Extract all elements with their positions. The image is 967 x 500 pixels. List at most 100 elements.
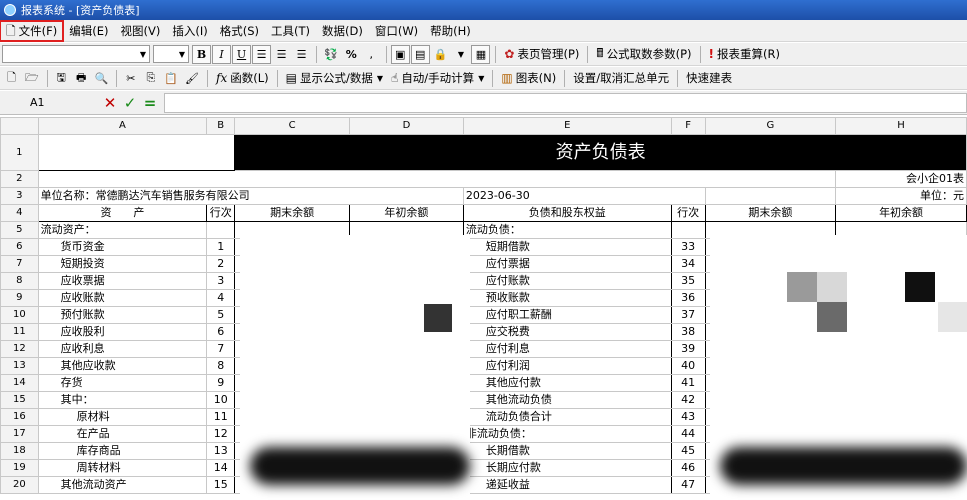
asset-item[interactable]: 短期投资 bbox=[37, 255, 208, 273]
asset-line-number[interactable]: 5 bbox=[206, 306, 236, 324]
fill-color-icon[interactable]: ▤ bbox=[410, 44, 430, 64]
header-asset[interactable]: 资 产 bbox=[37, 204, 208, 222]
asset-item[interactable]: 原材料 bbox=[37, 408, 208, 426]
comma-icon[interactable]: , bbox=[362, 45, 381, 64]
menu-edit[interactable]: 编辑(E) bbox=[63, 21, 114, 41]
print-icon[interactable]: 🖶 bbox=[72, 69, 91, 88]
report-date[interactable]: 2023-06-30 bbox=[462, 187, 706, 205]
liability-item[interactable]: 长期借款 bbox=[462, 442, 672, 460]
font-name-select[interactable]: ▼ bbox=[2, 45, 150, 63]
liability-item[interactable]: 流动负债合计 bbox=[462, 408, 672, 426]
italic-button[interactable]: I bbox=[212, 44, 231, 64]
asset-line-number[interactable]: 8 bbox=[206, 357, 236, 375]
liability-line-number[interactable] bbox=[670, 221, 706, 239]
row-header[interactable]: 10 bbox=[0, 306, 39, 324]
function-button[interactable]: fx 函数(L) bbox=[212, 69, 273, 88]
asset-item[interactable]: 预付账款 bbox=[37, 306, 208, 324]
quick-build-button[interactable]: 快速建表 bbox=[682, 69, 736, 88]
liability-line-number[interactable]: 45 bbox=[670, 442, 706, 460]
asset-line-number[interactable]: 1 bbox=[206, 238, 236, 256]
liability-line-number[interactable]: 33 bbox=[670, 238, 706, 256]
asset-line-number[interactable]: 14 bbox=[206, 459, 236, 477]
row-header[interactable]: 5 bbox=[0, 221, 39, 239]
set-summary-button[interactable]: 设置/取消汇总单元 bbox=[569, 69, 673, 88]
liability-line-number[interactable]: 38 bbox=[670, 323, 706, 341]
liability-line-number[interactable]: 46 bbox=[670, 459, 706, 477]
row-header[interactable]: 7 bbox=[0, 255, 39, 273]
asset-line-number[interactable]: 2 bbox=[206, 255, 236, 273]
asset-line-number[interactable]: 11 bbox=[206, 408, 236, 426]
row-header[interactable]: 14 bbox=[0, 374, 39, 392]
liability-line-number[interactable]: 39 bbox=[670, 340, 706, 358]
liability-line-number[interactable]: 40 bbox=[670, 357, 706, 375]
liability-line-number[interactable]: 35 bbox=[670, 272, 706, 290]
underline-button[interactable]: U bbox=[232, 44, 251, 64]
liability-line-number[interactable]: 37 bbox=[670, 306, 706, 324]
liability-line-number[interactable]: 43 bbox=[670, 408, 706, 426]
liability-item[interactable]: 应付利润 bbox=[462, 357, 672, 375]
open-folder-icon[interactable]: 🗁 bbox=[22, 69, 42, 88]
header-liabilities[interactable]: 负债和股东权益 bbox=[462, 204, 672, 222]
header-begin-balance[interactable]: 年初余额 bbox=[349, 204, 464, 222]
save-icon[interactable]: 🖫 bbox=[52, 69, 71, 88]
cut-icon[interactable]: ✂ bbox=[121, 69, 140, 88]
spreadsheet-grid[interactable]: A B C D E F G H 1 资产负债表 2 会小企01表 3 单位名称：… bbox=[0, 117, 967, 500]
bold-button[interactable]: B bbox=[192, 44, 211, 64]
recalc-button[interactable]: ! 报表重算(R) bbox=[705, 45, 784, 64]
auto-manual-calc-button[interactable]: ☝ 自动/手动计算 ▼ bbox=[387, 69, 488, 88]
header-line-2[interactable]: 行次 bbox=[670, 204, 706, 222]
col-header-g[interactable]: G bbox=[704, 117, 837, 135]
cancel-icon[interactable]: ✕ bbox=[100, 94, 120, 112]
asset-item[interactable]: 库存商品 bbox=[37, 442, 208, 460]
liability-line-number[interactable]: 36 bbox=[670, 289, 706, 307]
asset-item[interactable]: 流动资产： bbox=[37, 221, 208, 239]
row-header[interactable]: 1 bbox=[0, 134, 39, 171]
header-line[interactable]: 行次 bbox=[206, 204, 236, 222]
asset-item[interactable]: 应收股利 bbox=[37, 323, 208, 341]
table-icon[interactable]: ▦ bbox=[471, 44, 491, 64]
row-header[interactable]: 11 bbox=[0, 323, 39, 341]
liability-item[interactable]: 预收账款 bbox=[462, 289, 672, 307]
asset-line-number[interactable] bbox=[206, 221, 236, 239]
asset-item[interactable]: 应收票据 bbox=[37, 272, 208, 290]
liability-item[interactable]: 短期借款 bbox=[462, 238, 672, 256]
asset-line-number[interactable]: 10 bbox=[206, 391, 236, 409]
formula-input[interactable] bbox=[164, 92, 967, 113]
row-header[interactable]: 20 bbox=[0, 476, 39, 494]
col-header-a[interactable]: A bbox=[37, 117, 208, 135]
show-formula-button[interactable]: ▤ 显示公式/数据 ▼ bbox=[282, 69, 387, 88]
liability-item[interactable]: 应付账款 bbox=[462, 272, 672, 290]
liability-item[interactable]: 应付利息 bbox=[462, 340, 672, 358]
menu-format[interactable]: 格式(S) bbox=[214, 21, 265, 41]
corner-cell[interactable] bbox=[0, 117, 39, 135]
menu-data[interactable]: 数据(D) bbox=[316, 21, 369, 41]
asset-line-number[interactable]: 9 bbox=[206, 374, 236, 392]
menu-view[interactable]: 视图(V) bbox=[115, 21, 167, 41]
liability-line-number[interactable]: 47 bbox=[670, 476, 706, 494]
row-header[interactable]: 8 bbox=[0, 272, 39, 290]
col-header-h[interactable]: H bbox=[835, 117, 967, 135]
asset-item[interactable]: 应收利息 bbox=[37, 340, 208, 358]
align-left-icon[interactable]: ☰ bbox=[252, 44, 271, 64]
asset-item[interactable]: 存货 bbox=[37, 374, 208, 392]
currency-unit[interactable]: 单位：元 bbox=[835, 187, 967, 205]
form-number[interactable]: 会小企01表 bbox=[835, 170, 967, 188]
liability-line-number[interactable]: 41 bbox=[670, 374, 706, 392]
liability-item[interactable]: 应付职工薪酬 bbox=[462, 306, 672, 324]
paste-icon[interactable]: 📋 bbox=[161, 69, 181, 88]
liability-item[interactable]: 递延收益 bbox=[462, 476, 672, 494]
asset-item[interactable]: 应收账款 bbox=[37, 289, 208, 307]
row-header[interactable]: 13 bbox=[0, 357, 39, 375]
align-center-icon[interactable]: ☰ bbox=[272, 45, 291, 64]
col-header-c[interactable]: C bbox=[234, 117, 351, 135]
print-preview-icon[interactable]: 🔍 bbox=[92, 69, 112, 88]
row-header[interactable]: 6 bbox=[0, 238, 39, 256]
row-header[interactable]: 17 bbox=[0, 425, 39, 443]
formula-params-button[interactable]: 🖩 公式取数参数(P) bbox=[592, 45, 695, 64]
liability-item[interactable]: 长期应付款 bbox=[462, 459, 672, 477]
row-header[interactable]: 15 bbox=[0, 391, 39, 409]
lock-dropdown-icon[interactable]: ▼ bbox=[451, 45, 470, 64]
align-right-icon[interactable]: ☰ bbox=[292, 45, 311, 64]
asset-item[interactable]: 其中： bbox=[37, 391, 208, 409]
table-manage-button[interactable]: ✿ 表页管理(P) bbox=[500, 45, 583, 64]
